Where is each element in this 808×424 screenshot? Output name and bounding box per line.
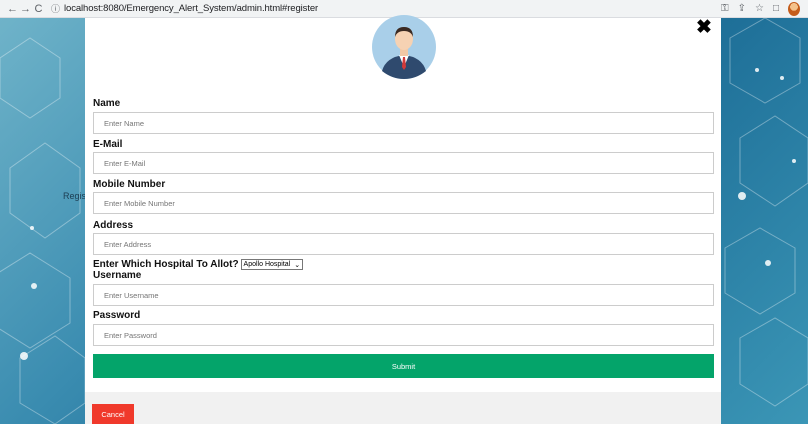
background-heading-text: Regis: [63, 191, 87, 201]
info-icon[interactable]: ⓘ: [51, 2, 60, 15]
username-input[interactable]: [93, 284, 714, 306]
name-label: Name: [93, 98, 121, 109]
password-input[interactable]: [93, 324, 714, 346]
profile-icon[interactable]: [788, 1, 800, 16]
address-input[interactable]: [93, 233, 714, 255]
email-label: E-Mail: [93, 139, 123, 150]
cancel-button[interactable]: Cancel: [92, 404, 134, 424]
modal-footer: [85, 392, 721, 424]
chevron-down-icon: ⌄: [294, 261, 301, 269]
address-bar[interactable]: ⓘ localhost:8080/Emergency_Alert_System/…: [51, 2, 721, 15]
share-icon[interactable]: ⇪: [738, 3, 746, 14]
sidebar-icon[interactable]: □: [773, 3, 779, 14]
address-label: Address: [93, 220, 134, 231]
username-label: Username: [93, 270, 142, 281]
email-input[interactable]: [93, 152, 714, 174]
close-icon[interactable]: ✖: [696, 18, 712, 37]
hospital-selected-value: Apollo Hospital: [243, 261, 291, 268]
register-modal: ✖ Name E-Mail Mobile Number Address Ente…: [85, 15, 721, 424]
submit-button[interactable]: Submit: [93, 354, 714, 378]
hospital-label: Enter Which Hospital To Allot?: [93, 259, 239, 270]
back-icon[interactable]: ←: [6, 3, 19, 15]
star-icon[interactable]: ☆: [755, 3, 764, 14]
mobile-number-label: Mobile Number: [93, 179, 166, 190]
mobile-number-input[interactable]: [93, 192, 714, 214]
name-input[interactable]: [93, 112, 714, 134]
password-label: Password: [93, 310, 141, 321]
key-icon[interactable]: ⚿: [721, 3, 729, 14]
user-avatar-icon: [372, 15, 436, 79]
forward-icon[interactable]: →: [19, 3, 32, 15]
reload-icon[interactable]: C: [32, 3, 45, 15]
hospital-row: Enter Which Hospital To Allot? Apollo Ho…: [93, 259, 304, 270]
url-text: localhost:8080/Emergency_Alert_System/ad…: [64, 3, 319, 14]
hospital-select[interactable]: Apollo Hospital ⌄: [240, 259, 304, 270]
